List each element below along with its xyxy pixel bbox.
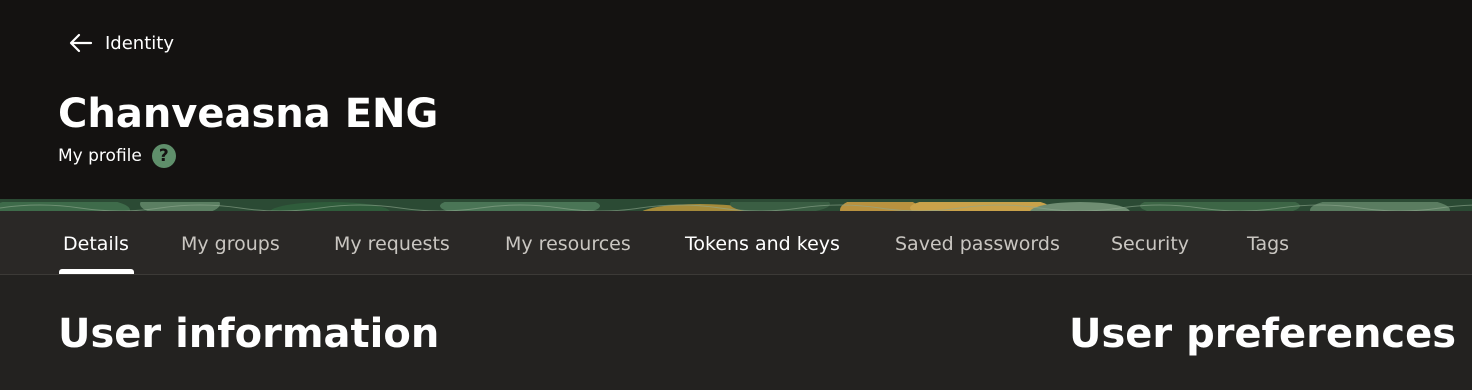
tab-my-resources[interactable]: My resources bbox=[505, 211, 631, 274]
back-link-label: Identity bbox=[105, 32, 174, 54]
user-information-heading: User information bbox=[58, 311, 440, 357]
page-title: Chanveasna ENG bbox=[58, 91, 439, 137]
back-to-identity-link[interactable]: Identity bbox=[69, 31, 174, 55]
active-tab-indicator bbox=[59, 269, 134, 274]
tab-saved-passwords[interactable]: Saved passwords bbox=[895, 211, 1060, 274]
tab-tags[interactable]: Tags bbox=[1247, 211, 1289, 274]
page-header: Identity Chanveasna ENG My profile ? bbox=[0, 0, 1472, 199]
tab-details[interactable]: Details bbox=[63, 211, 129, 274]
decorative-banner-strip bbox=[0, 199, 1472, 211]
profile-tab-bar: Details My groups My requests My resourc… bbox=[0, 211, 1472, 275]
user-preferences-heading: User preferences bbox=[1069, 311, 1457, 357]
tab-tokens-and-keys[interactable]: Tokens and keys bbox=[685, 211, 840, 274]
page-subtitle: My profile bbox=[58, 146, 142, 166]
tab-my-groups[interactable]: My groups bbox=[181, 211, 280, 274]
tab-my-requests[interactable]: My requests bbox=[334, 211, 450, 274]
subtitle-row: My profile ? bbox=[58, 142, 176, 170]
tab-security[interactable]: Security bbox=[1111, 211, 1189, 274]
arrow-left-icon bbox=[69, 33, 93, 53]
question-circle-icon[interactable]: ? bbox=[151, 144, 176, 168]
